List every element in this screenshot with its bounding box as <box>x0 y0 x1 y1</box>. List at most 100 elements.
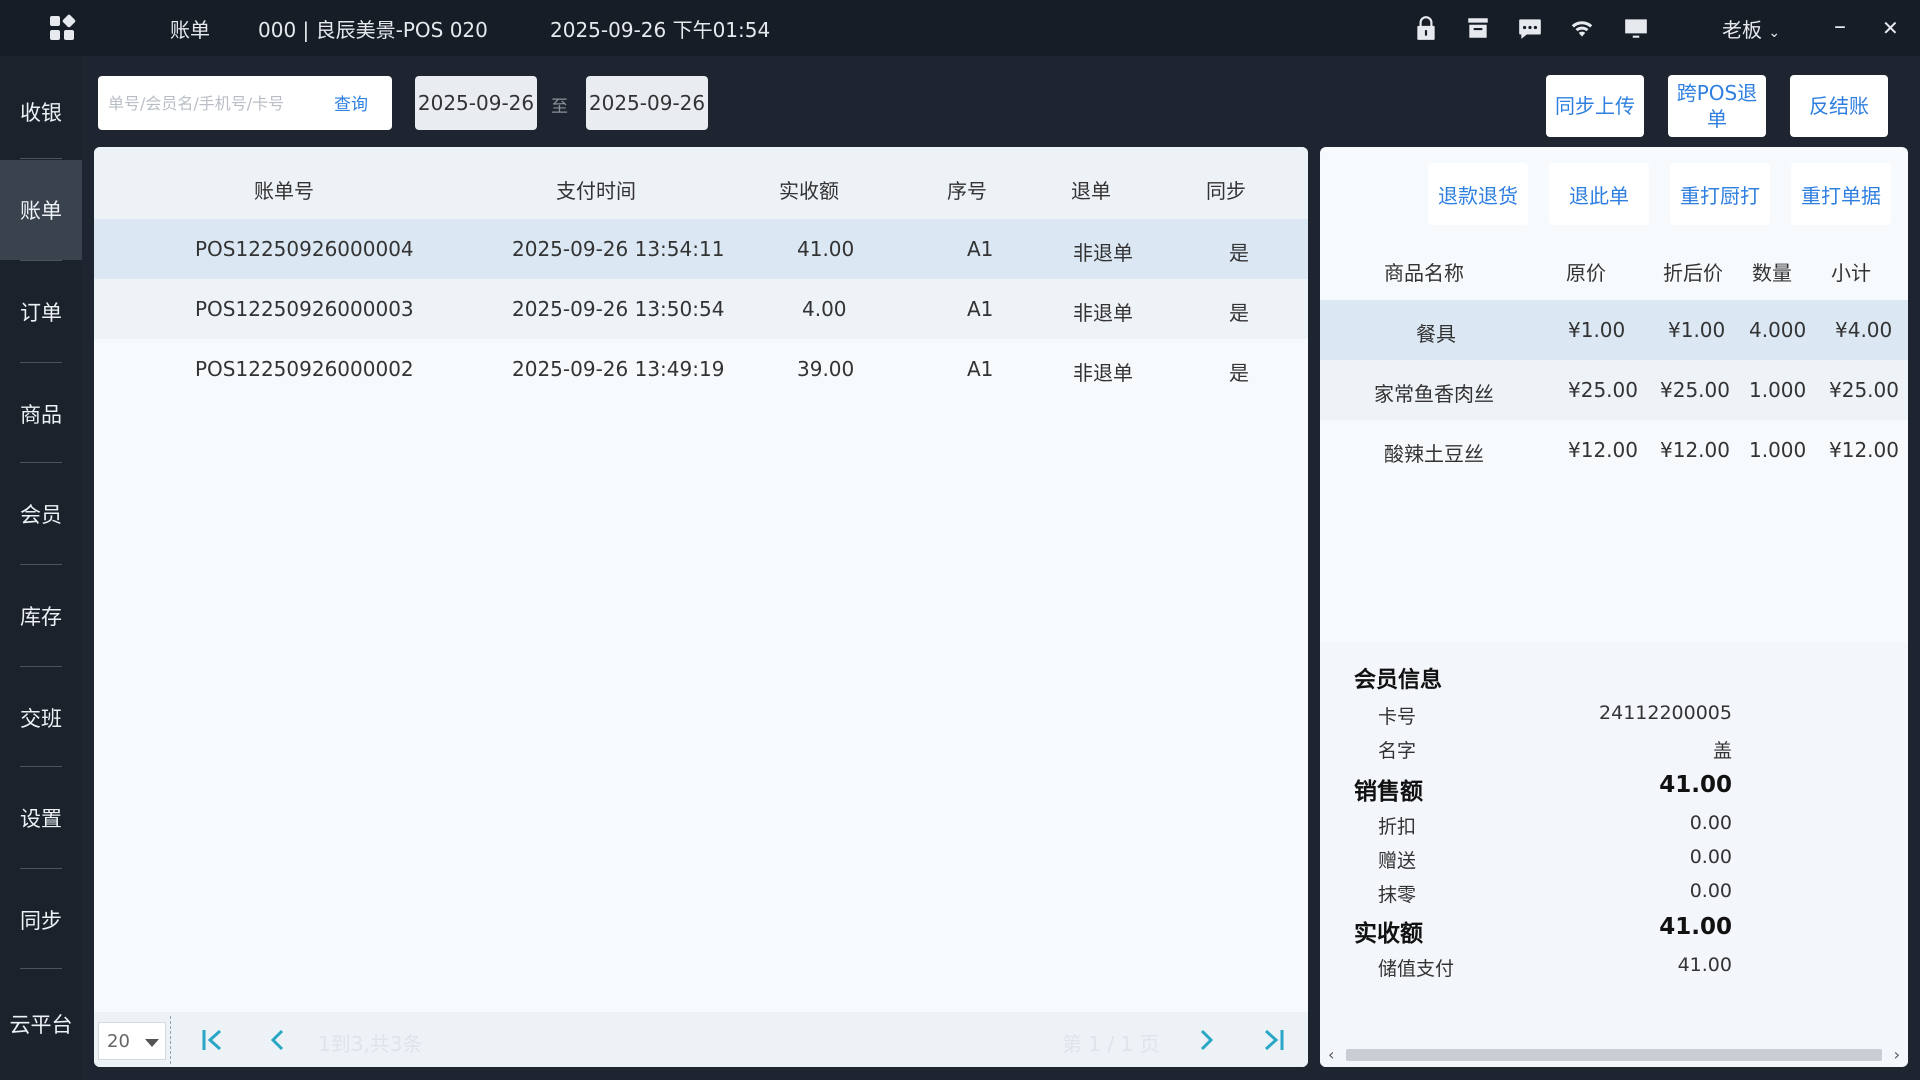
sidebar-divider <box>20 968 62 969</box>
date-to-field[interactable]: 2025-09-26 <box>586 76 708 130</box>
sidebar-item-orders[interactable]: 订单 <box>0 262 82 362</box>
sidebar-divider <box>20 260 62 261</box>
last-page-icon[interactable] <box>1258 1024 1290 1056</box>
subtotal: ¥4.00 <box>1835 318 1893 342</box>
bill-no: POS12250926000003 <box>195 297 414 321</box>
table-row[interactable]: POS12250926000004 2025-09-26 13:54:11 41… <box>94 219 1308 279</box>
quantity: 1.000 <box>1749 438 1807 462</box>
sidebar-item-members[interactable]: 会员 <box>0 464 82 564</box>
prev-page-icon[interactable] <box>262 1024 294 1056</box>
cross-pos-refund-button[interactable]: 跨POS退单 <box>1668 75 1766 137</box>
received-amount: 41.00 <box>797 237 855 261</box>
sidebar-item-products[interactable]: 商品 <box>0 364 82 464</box>
scroll-right-icon[interactable]: › <box>1894 1045 1900 1064</box>
bill-list-panel: 账单号 支付时间 实收额 序号 退单 同步 POS12250926000004 … <box>94 147 1308 1067</box>
sync-upload-button[interactable]: 同步上传 <box>1546 75 1644 137</box>
page-size-value: 20 <box>107 1031 130 1052</box>
monitor-icon[interactable] <box>1622 14 1650 42</box>
bill-no: POS12250926000004 <box>195 237 414 261</box>
sidebar-divider <box>20 868 62 869</box>
pager-divider <box>170 1016 171 1064</box>
sidebar-item-shift[interactable]: 交班 <box>0 668 82 768</box>
column-header-received[interactable]: 实收额 <box>779 175 839 204</box>
disc-price: ¥25.00 <box>1660 378 1730 402</box>
sidebar-divider <box>20 362 62 363</box>
column-header-pay-time[interactable]: 支付时间 <box>556 175 636 204</box>
sidebar-item-checkout[interactable]: 收银 <box>0 62 82 162</box>
next-page-icon[interactable] <box>1190 1024 1222 1056</box>
reprint-kitchen-button[interactable]: 重打厨打 <box>1670 163 1770 225</box>
orig-price: ¥12.00 <box>1568 438 1638 462</box>
date-from-field[interactable]: 2025-09-26 <box>415 76 537 130</box>
card-no-label: 卡号 <box>1378 706 1417 728</box>
pay-time: 2025-09-26 13:50:54 <box>512 297 725 321</box>
table-row[interactable]: POS12250926000003 2025-09-26 13:50:54 4.… <box>94 279 1308 339</box>
first-page-icon[interactable] <box>196 1024 228 1056</box>
sidebar: 收银 账单 订单 商品 会员 库存 交班 设置 同步 云平台 <box>0 56 82 1080</box>
sidebar-item-settings[interactable]: 设置 <box>0 768 82 868</box>
sales-label: 销售额 <box>1354 779 1423 805</box>
scroll-left-icon[interactable]: ‹ <box>1328 1045 1334 1064</box>
close-button[interactable]: ✕ <box>1882 16 1899 40</box>
sidebar-divider <box>20 158 62 159</box>
lock-icon[interactable] <box>1412 14 1440 42</box>
subtotal: ¥25.00 <box>1829 378 1899 402</box>
column-header-qty[interactable]: 数量 <box>1752 257 1792 286</box>
refund-status: 非退单 <box>1073 241 1133 265</box>
column-header-subtotal[interactable]: 小计 <box>1831 257 1871 286</box>
discount-label: 折扣 <box>1378 816 1417 838</box>
seq-no: A1 <box>967 297 994 321</box>
bill-detail-panel: 退款退货 退此单 重打厨打 重打单据 商品名称 原价 折后价 数量 小计 餐具 … <box>1320 147 1908 1067</box>
chevron-down-icon: ⌄ <box>1768 25 1781 41</box>
member-info-title: 会员信息 <box>1354 668 1443 693</box>
list-item[interactable]: 餐具 ¥1.00 ¥1.00 4.000 ¥4.00 <box>1320 300 1908 360</box>
stored-value-label: 储值支付 <box>1378 958 1455 980</box>
scrollbar-thumb[interactable] <box>1346 1049 1882 1061</box>
gift-value: 0.00 <box>1689 846 1732 868</box>
search-box: 查询 <box>98 76 392 130</box>
gift-label: 赠送 <box>1378 850 1417 872</box>
column-header-orig-price[interactable]: 原价 <box>1566 257 1606 286</box>
rounding-label: 抹零 <box>1378 884 1417 906</box>
sidebar-divider <box>20 564 62 565</box>
message-icon[interactable] <box>1516 14 1544 42</box>
wifi-icon[interactable] <box>1568 14 1596 42</box>
minimize-button[interactable]: – <box>1834 12 1846 40</box>
reprint-receipt-button[interactable]: 重打单据 <box>1791 163 1891 225</box>
column-header-goods-name[interactable]: 商品名称 <box>1384 257 1464 286</box>
sync-status: 是 <box>1229 241 1249 265</box>
column-header-sync[interactable]: 同步 <box>1206 175 1246 204</box>
search-button[interactable]: 查询 <box>334 90 368 115</box>
sidebar-item-cloud[interactable]: 云平台 <box>0 974 82 1074</box>
disc-price: ¥12.00 <box>1660 438 1730 462</box>
column-header-refund[interactable]: 退单 <box>1071 175 1111 204</box>
cash-drawer-icon[interactable] <box>1464 14 1492 42</box>
received-amount: 4.00 <box>802 297 847 321</box>
sidebar-item-bills[interactable]: 账单 <box>0 160 82 260</box>
page-indicator: 第 1 / 1 页 <box>1062 1032 1160 1056</box>
date-range-separator: 至 <box>551 97 568 117</box>
bill-no: POS12250926000002 <box>195 357 414 381</box>
reverse-checkout-button[interactable]: 反结账 <box>1790 75 1888 137</box>
page-size-select[interactable]: 20 <box>98 1022 166 1060</box>
orig-price: ¥25.00 <box>1568 378 1638 402</box>
bill-table-header: 账单号 支付时间 实收额 序号 退单 同步 <box>94 147 1308 219</box>
table-row[interactable]: POS12250926000002 2025-09-26 13:49:19 39… <box>94 339 1308 399</box>
refund-bill-button[interactable]: 退此单 <box>1549 163 1649 225</box>
list-item[interactable]: 酸辣土豆丝 ¥12.00 ¥12.00 1.000 ¥12.00 <box>1320 420 1908 480</box>
list-item[interactable]: 家常鱼香肉丝 ¥25.00 ¥25.00 1.000 ¥25.00 <box>1320 360 1908 420</box>
column-header-seq[interactable]: 序号 <box>947 175 987 204</box>
search-input[interactable] <box>108 90 318 116</box>
column-header-bill-no[interactable]: 账单号 <box>254 175 314 204</box>
member-name-value: 盖 <box>1712 740 1732 762</box>
user-menu[interactable]: 老板 ⌄ <box>1722 14 1780 43</box>
horizontal-scrollbar[interactable]: ‹ › <box>1328 1045 1900 1064</box>
sync-status: 是 <box>1229 301 1249 325</box>
orig-price: ¥1.00 <box>1568 318 1626 342</box>
sidebar-item-inventory[interactable]: 库存 <box>0 566 82 666</box>
bill-summary: 会员信息 卡号 24112200005 名字 盖 销售额 41.00 折扣 0.… <box>1320 642 1908 1067</box>
app-grid-icon[interactable] <box>50 13 77 42</box>
sidebar-item-sync[interactable]: 同步 <box>0 870 82 970</box>
refund-return-button[interactable]: 退款退货 <box>1428 163 1528 225</box>
column-header-disc-price[interactable]: 折后价 <box>1663 257 1723 286</box>
